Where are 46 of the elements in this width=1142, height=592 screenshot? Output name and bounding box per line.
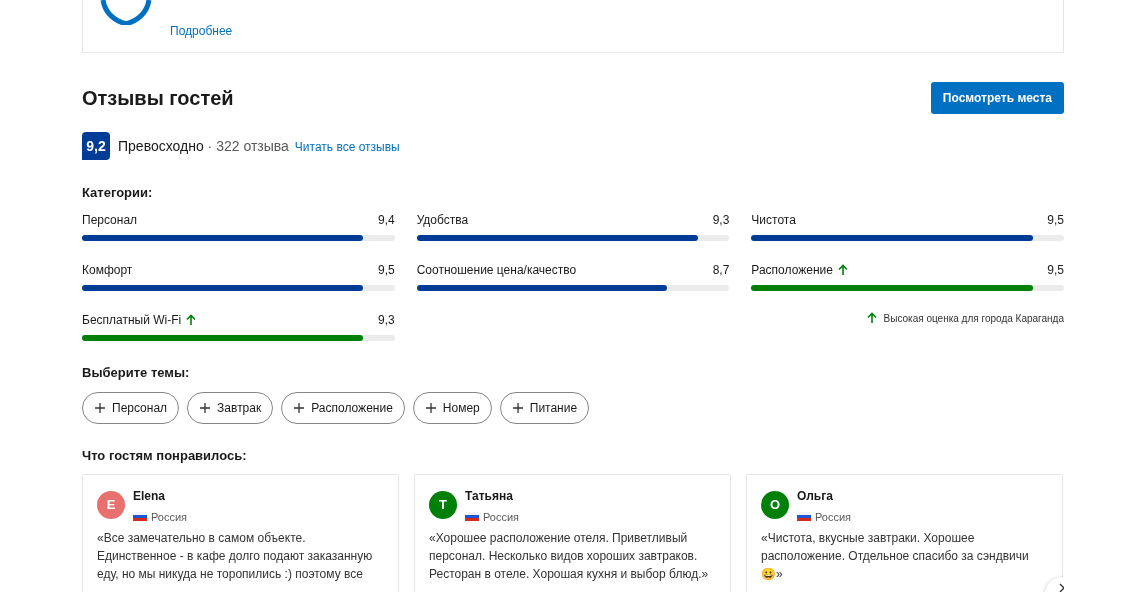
legend-text: Высокая оценка для города Караганда <box>883 311 1064 326</box>
reviewer-name: Elena <box>133 487 166 505</box>
review-text: «Все замечательно в самом объекте. Единственное - в кафе долго подают заказанную еду, но мы никуда не торопились :) поэтому все <box>97 530 374 583</box>
up-arrow-icon <box>865 312 878 324</box>
category-label: Персонал <box>82 211 138 229</box>
reviewer-name: Ольга <box>797 487 834 505</box>
reviewer-country: Россия <box>151 509 188 525</box>
category-score: 9,3 <box>377 311 395 329</box>
flag-icon <box>797 512 811 522</box>
category-score: 9,5 <box>377 261 395 279</box>
reviewer-name: Татьяна <box>465 487 514 505</box>
score-badge: 9,2 <box>82 132 110 160</box>
chevron-right-icon <box>1057 582 1064 592</box>
plus-icon <box>293 402 306 414</box>
categories-title: Категории: <box>82 184 154 202</box>
topics-title: Выберите темы: <box>82 363 191 382</box>
rating-text: Превосходно · 322 отзыва <box>118 136 289 156</box>
more-link[interactable]: Подробнее <box>170 22 233 40</box>
category-label: Бесплатный Wi-Fi <box>82 311 182 329</box>
plus-icon <box>511 402 524 414</box>
plus-icon <box>424 402 437 414</box>
category-score: 8,7 <box>712 261 730 279</box>
flag-icon <box>465 512 479 522</box>
read-all-link[interactable]: Читать все отзывы <box>294 137 400 156</box>
category-score: 9,4 <box>377 211 395 229</box>
section-title: Отзывы гостей <box>82 86 234 111</box>
avatar: Т <box>429 490 457 519</box>
reviewer-country: Россия <box>483 509 520 525</box>
category-label: Комфорт <box>82 261 133 279</box>
category-score: 9,5 <box>1047 261 1064 279</box>
category-label: Соотношение цена/качество <box>416 261 577 279</box>
flag-icon <box>133 512 147 522</box>
plus-icon <box>94 402 106 414</box>
review-text: «Хорошее расположение отеля. Приветливый персонал. Несколько видов хороших завтраков. Ресторан в отеле. Хорошая кухня и выбор блюд.» <box>429 530 710 583</box>
liked-title: Что гостям понравилось: <box>82 447 248 465</box>
category-label: Удобства <box>416 211 469 229</box>
see-availability-button[interactable]: Посмотреть места <box>930 82 1064 114</box>
avatar: E <box>97 490 125 519</box>
category-score: 9,5 <box>1047 211 1064 229</box>
category-score: 9,3 <box>712 211 730 229</box>
review-text: «Чистота, вкусные завтраки. Хорошее расположение. Отдельное спасибо за сэндвичи 😀» <box>761 530 1030 583</box>
reviewer-country: Россия <box>815 509 852 525</box>
plus-icon <box>199 402 212 414</box>
avatar: О <box>761 490 789 519</box>
category-label: Расположение <box>751 261 833 279</box>
category-label: Чистота <box>751 211 796 229</box>
